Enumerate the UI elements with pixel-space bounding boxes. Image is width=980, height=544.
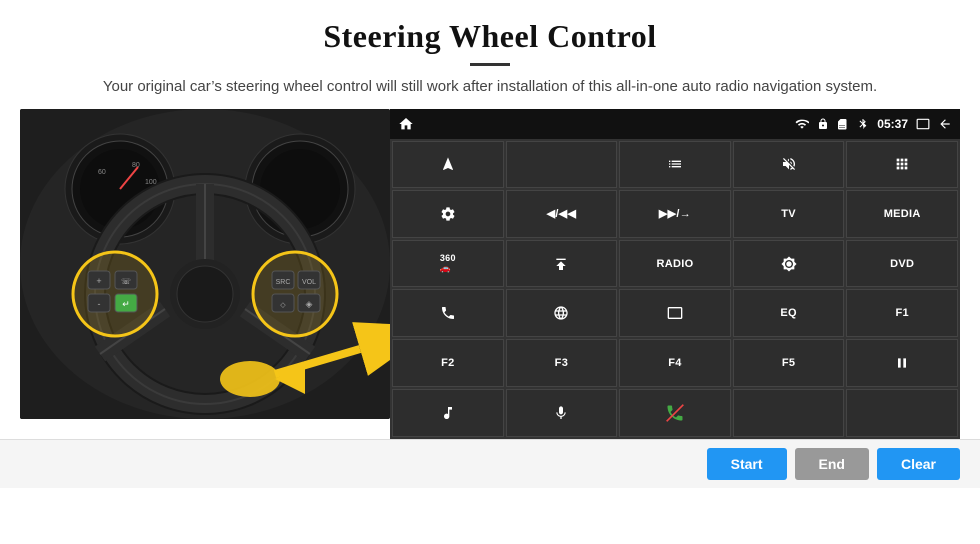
back-icon (938, 117, 952, 131)
btn-call-toggle[interactable] (619, 389, 731, 437)
btn-360[interactable]: 360🚗 (392, 240, 504, 288)
btn-music[interactable] (392, 389, 504, 437)
status-bar-left (398, 116, 414, 132)
main-content: 60 80 100 (20, 109, 960, 439)
home-icon (398, 116, 414, 132)
steering-wheel-image: 60 80 100 (20, 109, 390, 419)
btn-media[interactable]: MEDIA (846, 190, 958, 238)
btn-eq[interactable]: EQ (733, 289, 845, 337)
btn-f5[interactable]: F5 (733, 339, 845, 387)
btn-settings-circle[interactable] (392, 190, 504, 238)
status-bar-right: 05:37 (795, 117, 952, 131)
btn-apps[interactable] (846, 141, 958, 189)
status-time: 05:37 (877, 117, 908, 131)
bottom-actions: Start End Clear (0, 439, 980, 488)
btn-f2[interactable]: F2 (392, 339, 504, 387)
btn-mute[interactable] (733, 141, 845, 189)
svg-text:☏: ☏ (121, 277, 131, 286)
title-divider (470, 63, 510, 66)
button-grid: ◀/◀◀ ▶▶/→ TV MEDIA 360🚗 RADIO (390, 139, 960, 439)
btn-dvd[interactable]: DVD (846, 240, 958, 288)
sim-icon (837, 118, 849, 130)
btn-list[interactable] (619, 141, 731, 189)
svg-text:↵: ↵ (122, 299, 130, 309)
btn-play-pause[interactable] (846, 339, 958, 387)
page-subtitle: Your original car’s steering wheel contr… (60, 76, 920, 99)
svg-text:+: + (96, 276, 101, 286)
btn-mode[interactable] (506, 141, 618, 189)
btn-forward[interactable]: ▶▶/→ (619, 190, 731, 238)
btn-radio[interactable]: RADIO (619, 240, 731, 288)
btn-navigate[interactable] (392, 141, 504, 189)
btn-mic[interactable] (506, 389, 618, 437)
btn-globe[interactable] (506, 289, 618, 337)
btn-f3[interactable]: F3 (506, 339, 618, 387)
svg-text:SRC: SRC (276, 279, 291, 286)
page-title: Steering Wheel Control (60, 18, 920, 55)
end-button[interactable]: End (795, 448, 869, 480)
control-panel: 05:37 (390, 109, 960, 439)
wifi-icon (795, 117, 809, 131)
page-header: Steering Wheel Control Your original car… (0, 0, 980, 109)
bluetooth-icon (857, 118, 869, 130)
start-button[interactable]: Start (707, 448, 787, 480)
svg-text:◈: ◈ (306, 299, 313, 309)
svg-text:-: - (98, 299, 101, 309)
btn-tv[interactable]: TV (733, 190, 845, 238)
btn-eject[interactable] (506, 240, 618, 288)
btn-brightness[interactable] (733, 240, 845, 288)
btn-rewind[interactable]: ◀/◀◀ (506, 190, 618, 238)
svg-text:VOL: VOL (302, 279, 316, 286)
svg-text:60: 60 (98, 169, 106, 176)
btn-empty-2 (846, 389, 958, 437)
status-bar: 05:37 (390, 109, 960, 139)
lock-icon (817, 118, 829, 130)
btn-f4[interactable]: F4 (619, 339, 731, 387)
btn-screen-mirror[interactable] (619, 289, 731, 337)
btn-phone[interactable] (392, 289, 504, 337)
clear-button[interactable]: Clear (877, 448, 960, 480)
screen-icon (916, 117, 930, 131)
svg-text:◇: ◇ (280, 302, 286, 309)
btn-empty-1 (733, 389, 845, 437)
btn-f1[interactable]: F1 (846, 289, 958, 337)
